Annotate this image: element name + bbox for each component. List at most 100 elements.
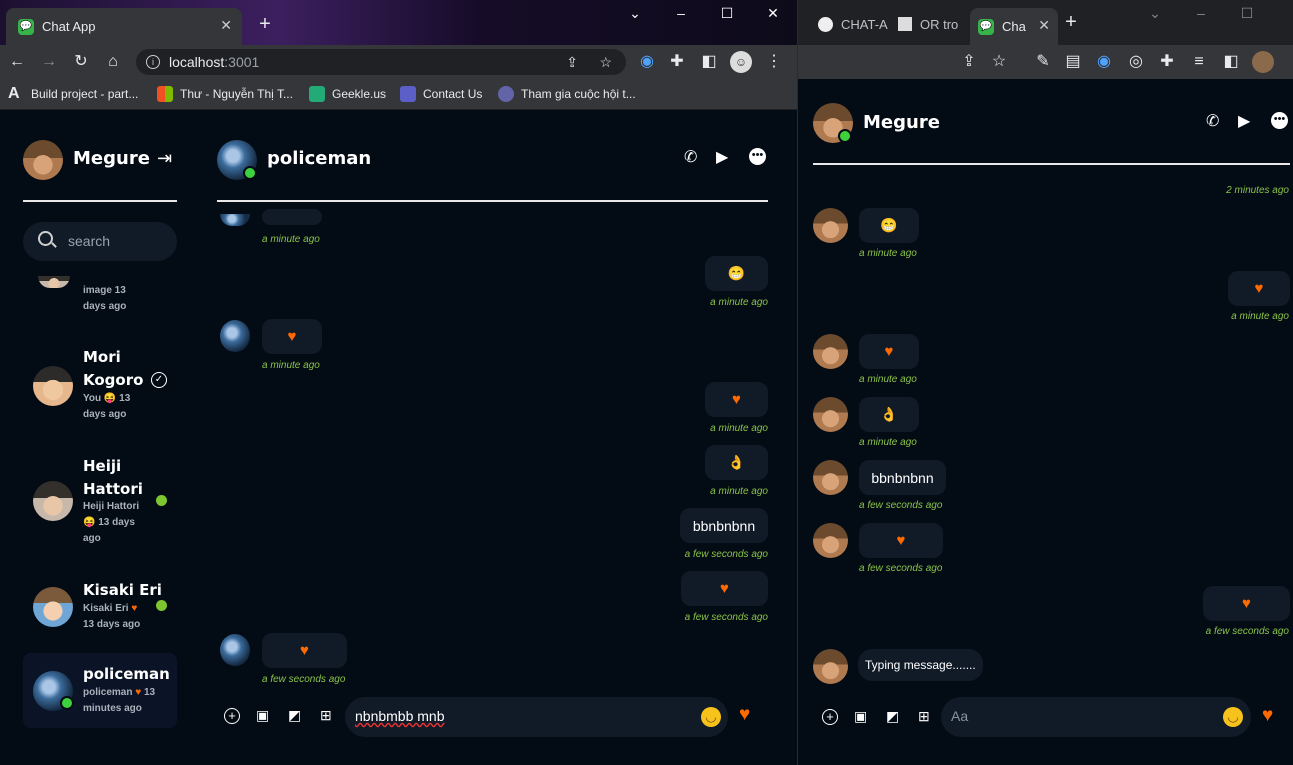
profile-avatar-icon[interactable]: ☺ [730, 51, 752, 73]
url-host: localhost [169, 54, 225, 70]
extension-icon[interactable]: ◎ [1125, 51, 1147, 73]
bookmark-item[interactable]: Geekle.us [309, 85, 386, 103]
online-dot [60, 696, 74, 710]
video-icon[interactable]: ▶ [716, 147, 728, 167]
contact-name: Mori Kogoro [83, 348, 144, 389]
teams-icon [498, 86, 514, 102]
share-icon[interactable]: ⇪ [566, 49, 578, 75]
maximize-button[interactable]: ☐ [1224, 0, 1270, 28]
message-input-value: nbnbmbb mnb [355, 708, 445, 724]
bookmark-star-icon[interactable]: ☆ [599, 49, 612, 75]
chat-header-divider [813, 163, 1290, 165]
image-icon[interactable]: ▣ [854, 708, 867, 725]
site-info-icon[interactable]: i [146, 55, 160, 69]
message-bubble: bbnbnbnn [859, 460, 946, 495]
bookmark-item[interactable]: A Build project - part... [8, 85, 138, 103]
heart-icon: ♥ [287, 328, 297, 345]
minimize-button[interactable]: – [658, 0, 704, 28]
close-window-button[interactable]: ✕ [750, 0, 796, 28]
tab-close-icon[interactable]: ✕ [220, 17, 232, 34]
heart-icon[interactable]: ♥ [739, 704, 750, 726]
tab-search-icon[interactable]: ⌄ [612, 0, 658, 28]
contact-item-policeman[interactable]: policeman policeman ♥ 13 minutes ago [23, 653, 177, 728]
avatar [23, 140, 63, 180]
extension-icon[interactable]: ▤ [1062, 51, 1084, 73]
contact-item-heiji[interactable]: Heiji Hattori Heiji Hattori 😝 13 days ago [23, 455, 177, 555]
sticker-icon[interactable]: ◩ [886, 708, 899, 725]
gift-icon[interactable]: ⊞ [320, 707, 332, 724]
emoji-icon[interactable]: ◡ [701, 707, 721, 727]
more-icon[interactable]: ••• [749, 148, 766, 165]
side-panel-icon[interactable]: ◧ [698, 51, 720, 73]
maximize-button[interactable]: ☐ [704, 0, 750, 28]
share-icon[interactable]: ⇪ [958, 51, 980, 73]
plus-circle-icon[interactable]: + [224, 708, 240, 724]
avatar [813, 460, 848, 495]
contact-meta: policeman ♥ 13 minutes ago [83, 687, 156, 714]
back-icon[interactable]: ← [6, 51, 28, 73]
extensions-puzzle-icon[interactable]: ✚ [1156, 51, 1178, 73]
more-icon[interactable]: ••• [1271, 112, 1288, 129]
gift-icon[interactable]: ⊞ [918, 708, 930, 725]
message-input[interactable]: nbnbmbb mnb ◡ [345, 697, 728, 737]
message-input[interactable]: Aa ◡ [941, 697, 1251, 737]
new-tab-button[interactable]: + [1060, 12, 1082, 34]
search-input[interactable]: search [23, 222, 177, 261]
window-controls: ⌄ – ☐ ✕ [612, 0, 796, 28]
avatar [813, 523, 848, 558]
extension-icon[interactable]: ◉ [636, 51, 658, 73]
avatar [220, 320, 250, 352]
side-panel-icon[interactable]: ◧ [1220, 51, 1242, 73]
extension-icon[interactable]: ✎ [1032, 51, 1054, 73]
message-time: 2 minutes ago [1226, 185, 1289, 196]
home-icon[interactable]: ⌂ [102, 51, 124, 73]
tab-chat-app[interactable]: 💬 Chat App ✕ [6, 8, 242, 45]
bookmark-item[interactable]: Tham gia cuộc hội t... [498, 85, 636, 103]
menu-kebab-icon[interactable]: ⋮ [763, 51, 785, 73]
contact-item-kisaki[interactable]: Kisaki Eri Kisaki Eri ♥ 13 days ago [23, 579, 177, 639]
typing-indicator: Typing message....... [858, 649, 983, 681]
forward-icon[interactable]: → [38, 51, 60, 73]
sticker-icon[interactable]: ◩ [288, 707, 301, 724]
phone-icon[interactable]: ✆ [1206, 111, 1219, 131]
image-icon[interactable]: ▣ [256, 707, 269, 724]
tab-search-icon[interactable]: ⌄ [1132, 0, 1178, 28]
new-tab-button[interactable]: + [254, 14, 276, 36]
plus-circle-icon[interactable]: + [822, 709, 838, 725]
heart-icon: ♥ [131, 603, 138, 614]
heart-icon[interactable]: ♥ [1262, 705, 1273, 727]
phone-icon[interactable]: ✆ [684, 147, 697, 167]
heart-icon: ♥ [1254, 280, 1264, 297]
extension-icon[interactable]: ◉ [1093, 51, 1115, 73]
message-time: a few seconds ago [859, 500, 943, 511]
avatar [33, 587, 73, 627]
heart-icon: ♥ [300, 642, 309, 659]
reload-icon[interactable]: ↻ [70, 51, 92, 73]
bookmark-item[interactable]: Thư - Nguyễn Thị T... [157, 85, 293, 103]
minimize-button[interactable]: – [1178, 0, 1224, 28]
tab-or-tro[interactable]: OR tro [898, 12, 958, 36]
video-icon[interactable]: ▶ [1238, 111, 1250, 131]
contact-meta: Heiji Hattori 😝 13 days ago [83, 501, 140, 544]
message-time: a few seconds ago [262, 674, 346, 685]
media-icon[interactable]: ≡ [1188, 51, 1210, 73]
contact-item-mori[interactable]: Mori Kogoro You 😝 13 days ago ✓ [23, 346, 177, 426]
extensions-puzzle-icon[interactable]: ✚ [666, 51, 688, 73]
message-bubble [262, 209, 322, 225]
address-bar[interactable]: i localhost:3001 ⇪ ☆ [136, 49, 626, 75]
contact-name: policeman [83, 665, 170, 683]
heart-icon: ♥ [720, 580, 729, 597]
browser-toolbar: ← → ↻ ⌂ i localhost:3001 ⇪ ☆ ◉ ✚ ◧ ☺ ⋮ [0, 45, 797, 79]
emoji-icon[interactable]: ◡ [1223, 707, 1243, 727]
tab-chat-app[interactable]: 💬 Cha ✕ [970, 8, 1058, 45]
avatar [813, 208, 848, 243]
profile-avatar-icon[interactable] [1252, 51, 1274, 73]
right-browser-window: CHAT-A OR tro 💬 Cha ✕ + ⌄ – ☐ ⇪ ☆ ✎ ▤ ◉ … [797, 0, 1293, 765]
message-time: a minute ago [710, 423, 768, 434]
bookmark-item[interactable]: Contact Us [400, 85, 482, 103]
tab-chat-a[interactable]: CHAT-A [818, 12, 888, 36]
bookmark-star-icon[interactable]: ☆ [988, 51, 1010, 73]
message-bubble: 😁 [705, 256, 768, 291]
tab-close-icon[interactable]: ✕ [1038, 17, 1050, 34]
logout-icon[interactable]: ⇥ [157, 148, 172, 169]
